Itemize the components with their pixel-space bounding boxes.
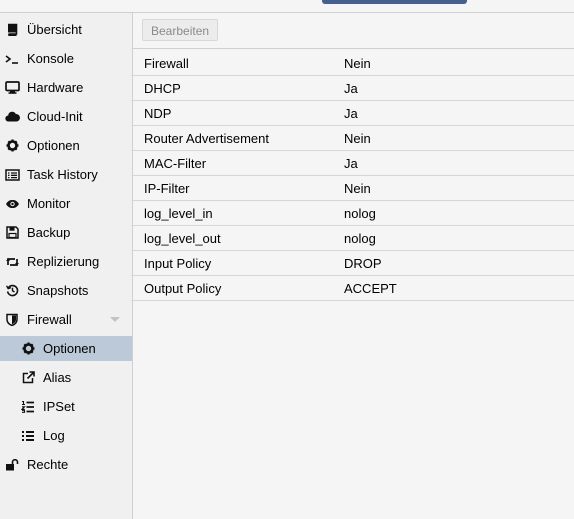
edit-button[interactable]: Bearbeiten: [142, 19, 219, 41]
option-key: MAC-Filter: [144, 155, 207, 171]
sidebar-item-label: Backup: [27, 225, 71, 240]
sidebar-item-label: Firewall: [27, 312, 72, 327]
sidebar-item-label: IPSet: [43, 399, 75, 414]
option-value: nolog: [344, 230, 376, 246]
table-row[interactable]: Input Policy DROP: [133, 251, 574, 276]
gear-icon: [20, 341, 36, 357]
option-key: Router Advertisement: [144, 130, 270, 146]
sidebar-item-rechte[interactable]: Rechte: [0, 452, 132, 477]
book-icon: [4, 22, 20, 38]
main-panel: Bearbeiten Firewall Nein DHCP Ja NDP Ja …: [133, 13, 574, 519]
sidebar-item-label: Log: [43, 428, 65, 443]
option-key: Input Policy: [144, 255, 212, 271]
external-link-icon: [20, 370, 36, 386]
gear-icon: [4, 138, 20, 154]
sidebar-item-label: Monitor: [27, 196, 71, 211]
option-value: Nein: [344, 130, 371, 146]
table-row[interactable]: DHCP Ja: [133, 76, 574, 101]
table-row[interactable]: MAC-Filter Ja: [133, 151, 574, 176]
sidebar-item-optionen[interactable]: Optionen: [0, 133, 132, 158]
option-key: log_level_in: [144, 205, 213, 221]
option-key: log_level_out: [144, 230, 221, 246]
history-icon: [4, 283, 20, 299]
sidebar-item-firewall[interactable]: Firewall: [0, 307, 132, 332]
table-row[interactable]: NDP Ja: [133, 101, 574, 126]
list-ol-icon: [20, 399, 36, 415]
sidebar-item-firewall-ipset[interactable]: IPSet: [0, 394, 132, 419]
sidebar-item-label: Rechte: [27, 457, 69, 472]
option-value: Ja: [344, 105, 358, 121]
table-row[interactable]: log_level_out nolog: [133, 226, 574, 251]
option-key: IP-Filter: [144, 180, 190, 196]
option-value: Ja: [344, 80, 358, 96]
sidebar-item-label: Optionen: [43, 341, 96, 356]
table-row[interactable]: log_level_in nolog: [133, 201, 574, 226]
list-alt-icon: [4, 167, 20, 183]
sidebar-item-snapshots[interactable]: Snapshots: [0, 278, 132, 303]
option-key: Output Policy: [144, 280, 222, 296]
top-header-strip: [0, 0, 574, 13]
option-value: DROP: [344, 255, 382, 271]
shield-icon: [4, 312, 20, 328]
sidebar-item-label: Snapshots: [27, 283, 89, 298]
option-value: nolog: [344, 205, 376, 221]
sidebar-item-label: Alias: [43, 370, 72, 385]
retweet-icon: [4, 254, 20, 270]
unlock-icon: [4, 457, 20, 473]
sidebar-item-cloudinit[interactable]: Cloud-Init: [0, 104, 132, 129]
sidebar-item-uebersicht[interactable]: Übersicht: [0, 17, 132, 42]
sidebar-item-firewall-log[interactable]: Log: [0, 423, 132, 448]
option-key: Firewall: [144, 55, 189, 71]
sidebar-item-label: Hardware: [27, 80, 84, 95]
sidebar-item-firewall-alias[interactable]: Alias: [0, 365, 132, 390]
sidebar-item-label: Übersicht: [27, 22, 82, 37]
sidebar-item-taskhistory[interactable]: Task History: [0, 162, 132, 187]
table-row[interactable]: Output Policy ACCEPT: [133, 276, 574, 301]
option-value: Nein: [344, 180, 371, 196]
terminal-icon: [4, 51, 20, 67]
sidebar-item-konsole[interactable]: Konsole: [0, 46, 132, 71]
sidebar-item-label: Task History: [27, 167, 98, 182]
sidebar-item-label: Cloud-Init: [27, 109, 83, 124]
chevron-down-icon[interactable]: [110, 317, 120, 322]
option-key: DHCP: [144, 80, 181, 96]
sidebar-item-label: Konsole: [27, 51, 74, 66]
list-icon: [20, 428, 36, 444]
option-value: Ja: [344, 155, 358, 171]
sidebar-item-label: Optionen: [27, 138, 80, 153]
floppy-icon: [4, 225, 20, 241]
sidebar-item-monitor[interactable]: Monitor: [0, 191, 132, 216]
sidebar-item-label: Replizierung: [27, 254, 100, 269]
sidebar-item-firewall-optionen[interactable]: Optionen: [0, 336, 132, 361]
sidebar-item-replizierung[interactable]: Replizierung: [0, 249, 132, 274]
toolbar: Bearbeiten: [133, 13, 574, 49]
cloud-icon: [4, 109, 20, 125]
table-row[interactable]: Firewall Nein: [133, 51, 574, 76]
top-header-button[interactable]: [322, 0, 467, 4]
table-row[interactable]: Router Advertisement Nein: [133, 126, 574, 151]
desktop-icon: [4, 80, 20, 96]
option-key: NDP: [144, 105, 172, 121]
options-grid: Firewall Nein DHCP Ja NDP Ja Router Adve…: [133, 51, 574, 301]
option-value: Nein: [344, 55, 371, 71]
option-value: ACCEPT: [344, 280, 397, 296]
table-row[interactable]: IP-Filter Nein: [133, 176, 574, 201]
sidebar: Übersicht Konsole Hardware Cloud-Init Op…: [0, 13, 133, 519]
sidebar-item-hardware[interactable]: Hardware: [0, 75, 132, 100]
eye-icon: [4, 196, 20, 212]
sidebar-item-backup[interactable]: Backup: [0, 220, 132, 245]
